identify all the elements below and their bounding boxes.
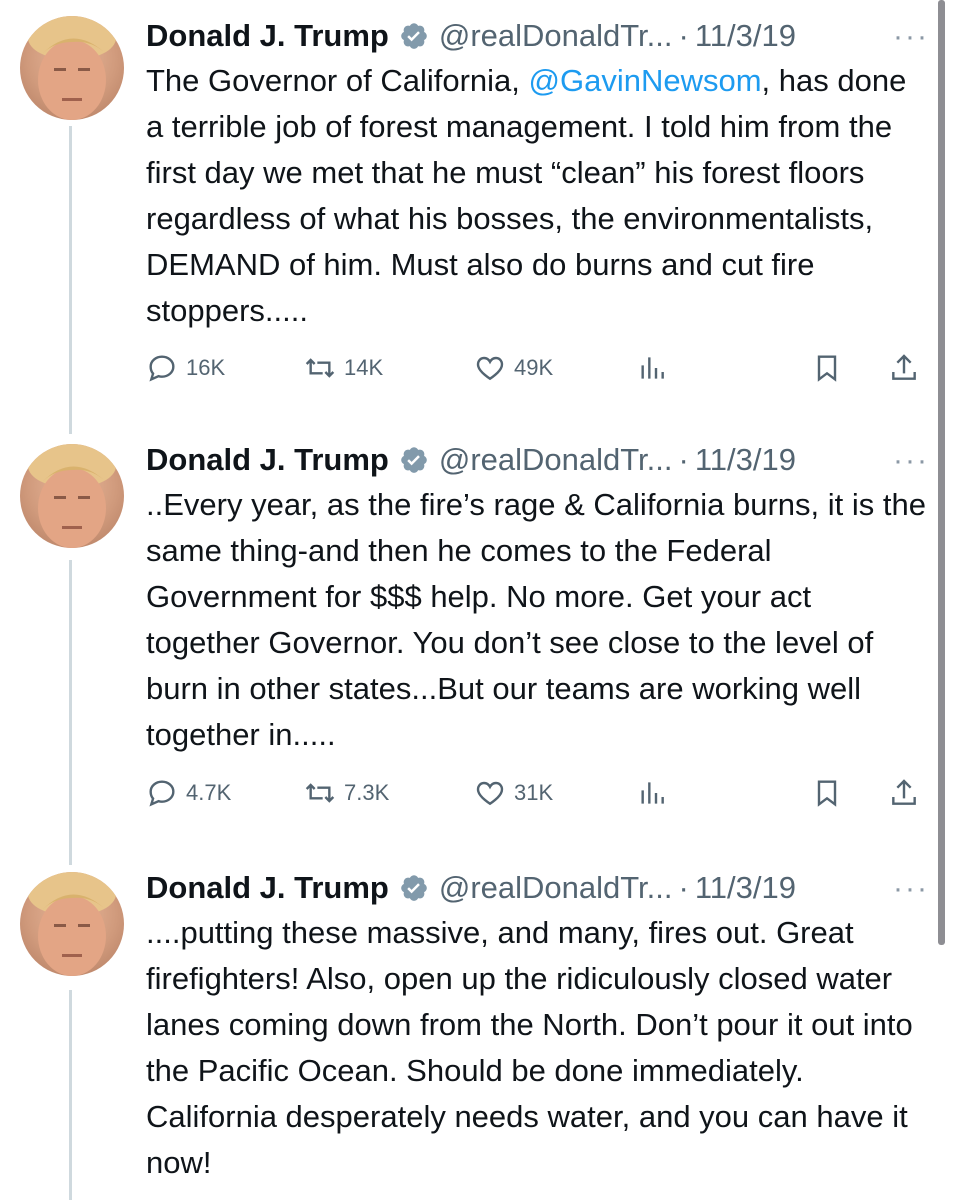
avatar[interactable] xyxy=(20,16,124,120)
share-button[interactable] xyxy=(888,777,928,809)
views-button[interactable] xyxy=(636,777,676,809)
author-handle[interactable]: @realDonaldTr... xyxy=(439,442,673,478)
tweet-header: Donald J. Trump @realDonaldTr... · 11/3/… xyxy=(146,440,936,480)
tweet[interactable]: Donald J. Trump @realDonaldTr... · 11/3/… xyxy=(0,440,935,840)
retweet-button[interactable]: 14K xyxy=(304,352,383,384)
like-button[interactable]: 49K xyxy=(474,352,553,384)
reply-button[interactable]: 4.7K xyxy=(146,777,231,809)
like-icon xyxy=(476,781,504,806)
scrollbar[interactable] xyxy=(938,0,945,945)
reply-icon xyxy=(149,780,175,807)
author-name[interactable]: Donald J. Trump xyxy=(146,18,389,54)
bookmark-button[interactable] xyxy=(811,777,851,809)
more-icon[interactable]: ··· xyxy=(893,872,929,906)
reply-count: 4.7K xyxy=(186,780,232,805)
views-button[interactable] xyxy=(636,352,676,384)
avatar-image xyxy=(28,16,116,120)
tweet-actions: 16K 14K 49K xyxy=(146,352,926,392)
retweet-icon xyxy=(305,358,335,378)
author-handle[interactable]: @realDonaldTr... xyxy=(439,18,673,54)
tweet-date[interactable]: 11/3/19 xyxy=(695,870,796,906)
tweet[interactable]: Donald J. Trump @realDonaldTr... · 11/3/… xyxy=(0,16,935,416)
retweet-count: 7.3K xyxy=(344,780,390,805)
tweet-header: Donald J. Trump @realDonaldTr... · 11/3/… xyxy=(146,868,936,908)
separator-dot: · xyxy=(678,442,689,477)
retweet-button[interactable]: 7.3K xyxy=(304,777,389,809)
tweet-header: Donald J. Trump @realDonaldTr... · 11/3/… xyxy=(146,16,936,56)
tweet[interactable]: Donald J. Trump @realDonaldTr... · 11/3/… xyxy=(0,868,935,1200)
verified-badge-icon xyxy=(401,23,427,49)
share-button[interactable] xyxy=(888,352,928,384)
verified-badge-icon xyxy=(401,447,427,473)
reply-icon xyxy=(149,355,175,382)
retweet-icon xyxy=(305,783,335,803)
share-icon xyxy=(892,354,916,380)
separator-dot: · xyxy=(678,870,689,905)
avatar[interactable] xyxy=(20,872,124,976)
separator-dot: · xyxy=(678,18,689,53)
bookmark-icon xyxy=(817,780,837,807)
views-icon xyxy=(641,357,664,379)
like-count: 49K xyxy=(514,355,554,380)
mention-link[interactable]: @GavinNewsom xyxy=(529,63,762,98)
tweet-text: ..Every year, as the fire’s rage & Calif… xyxy=(146,482,926,758)
author-handle[interactable]: @realDonaldTr... xyxy=(439,870,673,906)
tweet-text-part: ..Every year, as the fire’s rage & Calif… xyxy=(146,487,926,752)
tweet-text-part: The Governor of California, xyxy=(146,63,529,98)
author-name[interactable]: Donald J. Trump xyxy=(146,870,389,906)
tweet-text-part: ....putting these massive, and many, fir… xyxy=(146,915,913,1180)
tweet-text: The Governor of California, @GavinNewsom… xyxy=(146,58,926,334)
views-icon xyxy=(641,782,664,804)
more-icon[interactable]: ··· xyxy=(893,444,929,478)
tweet-date[interactable]: 11/3/19 xyxy=(695,442,796,478)
avatar-image xyxy=(28,444,116,548)
tweet-date[interactable]: 11/3/19 xyxy=(695,18,796,54)
like-button[interactable]: 31K xyxy=(474,777,553,809)
reply-button[interactable]: 16K xyxy=(146,352,225,384)
author-name[interactable]: Donald J. Trump xyxy=(146,442,389,478)
share-icon xyxy=(892,779,916,805)
tweet-text: ....putting these massive, and many, fir… xyxy=(146,910,926,1186)
reply-count: 16K xyxy=(186,355,226,380)
retweet-count: 14K xyxy=(344,355,384,380)
bookmark-button[interactable] xyxy=(811,352,851,384)
verified-badge-icon xyxy=(401,875,427,901)
tweet-text-part: , has done a terrible job of forest mana… xyxy=(146,63,907,328)
tweet-actions: 4.7K 7.3K 31K xyxy=(146,777,926,817)
like-count: 31K xyxy=(514,780,554,805)
bookmark-icon xyxy=(817,355,837,382)
avatar[interactable] xyxy=(20,444,124,548)
more-icon[interactable]: ··· xyxy=(893,20,929,54)
like-icon xyxy=(476,356,504,381)
avatar-image xyxy=(28,872,116,976)
